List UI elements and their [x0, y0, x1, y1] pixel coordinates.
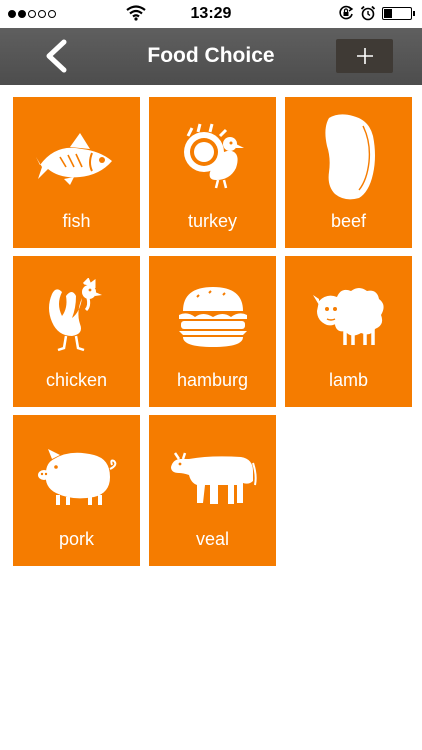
plus-icon	[356, 48, 373, 64]
hamburger-icon	[178, 287, 247, 347]
food-tile-veal[interactable]: veal	[149, 415, 276, 566]
food-tile-turkey[interactable]: turkey	[149, 97, 276, 248]
battery-icon	[382, 6, 415, 20]
food-tile-beef[interactable]: beef	[285, 97, 412, 248]
chicken-icon	[48, 278, 102, 352]
food-label: chicken	[45, 370, 108, 390]
alarm-icon	[360, 5, 376, 21]
pig-icon	[37, 449, 116, 505]
food-label: beef	[330, 211, 367, 231]
rotation-lock-icon	[339, 5, 354, 20]
food-tile-hamburg[interactable]: hamburg	[149, 256, 276, 407]
food-tile-chicken[interactable]: chicken	[13, 256, 140, 407]
food-label: hamburg	[176, 370, 249, 390]
food-tile-fish[interactable]: fish	[13, 97, 140, 248]
food-label: lamb	[328, 370, 368, 390]
beef-icon	[324, 114, 375, 200]
add-button[interactable]	[336, 39, 393, 73]
food-tile-lamb[interactable]: lamb	[285, 256, 412, 407]
turkey-icon	[183, 123, 244, 189]
status-bar: 13:29	[0, 0, 422, 28]
food-label: pork	[58, 529, 94, 549]
navigation-bar: Food Choice	[0, 28, 422, 85]
battery-fill	[384, 8, 392, 18]
food-tile-pork[interactable]: pork	[13, 415, 140, 566]
lamb-icon	[312, 288, 384, 345]
food-label: turkey	[187, 211, 238, 231]
fish-icon	[35, 133, 112, 185]
food-label: fish	[62, 211, 91, 231]
cow-icon	[170, 452, 257, 504]
food-grid: fish turkey beef chicken hamburg lamb po…	[13, 97, 413, 566]
food-label: veal	[195, 529, 230, 549]
